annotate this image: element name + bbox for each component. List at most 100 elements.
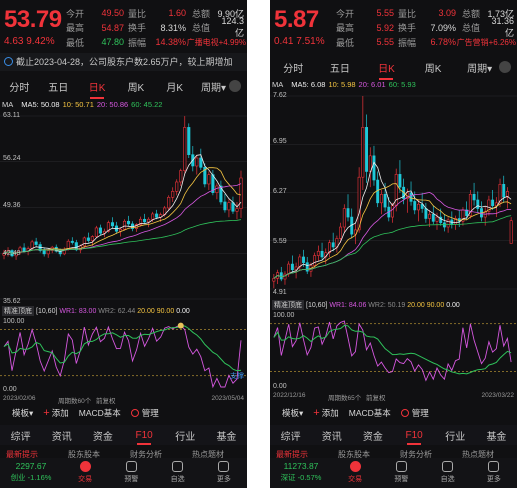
nav-watchlist[interactable]: 自选 [155,458,201,488]
tab-monthly-k[interactable]: 月K [155,79,194,94]
tab-overview[interactable]: 综评 [0,428,41,443]
template-dropdown[interactable]: 模板▾ [12,407,33,419]
shareholder-notice[interactable]: 截止2023-04-28，公司股东户数2.65万户，较上期增加 [0,53,247,71]
watchlist-icon [442,461,454,472]
candle [413,201,417,211]
candle [34,241,38,245]
tab-period-dropdown[interactable]: 周期▾ [194,79,233,94]
date-axis: 2022/12/16 周期数65个 前复权 2023/03/22 [273,392,514,402]
tab-industry[interactable]: 行业 [435,428,476,443]
y-tick: 35.62 [3,298,21,305]
candle [122,220,127,230]
tab-minute[interactable]: 分时 [270,60,317,75]
tab-period-dropdown[interactable]: 周期▾ [456,60,503,75]
add-indicator-button[interactable]: + 添加 [43,407,68,419]
tab-funds[interactable]: 资金 [352,428,393,443]
candle [365,127,368,172]
tab-five-day[interactable]: 五日 [39,79,78,94]
ma-legend: MA MA5: 50.08 10: 50.71 20: 50.86 60: 45.22 [2,100,163,109]
indicator-chart[interactable] [270,311,517,391]
tab-overview[interactable]: 综评 [270,428,311,443]
tab-news[interactable]: 资讯 [311,428,352,443]
price-change: 4.63 9.42% [4,36,55,47]
candle [179,170,183,183]
candle [98,227,102,234]
indicator-bottom-tick: 0.00 [273,383,287,390]
candle [86,237,90,241]
quote-grid: 今开 5.55 量比 3.09 总额 1.73亿 最高 5.92 换手 7.09% 总值 3… [336,6,516,50]
candle [509,220,513,244]
quote-row: 最低 47.80 振幅 14.38% 广播电视+4.99% [66,37,246,48]
tab-five-day[interactable]: 五日 [317,60,364,75]
y-tick: 7.62 [273,92,287,99]
nav-alert[interactable]: 预警 [378,458,424,488]
bottom-nav: 11273.87 深证 -0.57% 交易 预警 自选 更多 [270,458,517,488]
macd-basic-button[interactable]: MACD基本 [349,407,391,419]
indicator-top-tick: 100.00 [273,312,295,319]
candlestick-chart[interactable] [0,110,247,305]
manage-button[interactable]: 管理 [130,407,159,419]
grid-icon [218,461,230,472]
candle [143,218,147,223]
candle [502,184,506,198]
nav-more[interactable]: 更多 [471,458,517,488]
template-dropdown[interactable]: 模板▾ [282,407,303,419]
candle [82,237,86,247]
index-ticker[interactable]: 2297.67 创业 -1.16% [0,458,62,488]
candle [42,250,46,255]
nav-more[interactable]: 更多 [201,458,247,488]
indicator-bottom-tick: 0.00 [3,386,17,393]
tab-daily-k[interactable]: 日K [363,60,410,80]
indicator-toolbar: 模板▾ + 添加 MACD基本 管理 [270,404,517,421]
indicator-legend[interactable]: 精准顶底 [10,60] WR1: 84.06 WR2: 50.19 20.00 … [272,300,517,311]
tab-weekly-k[interactable]: 周K [116,79,155,94]
plus-icon: + [313,406,320,419]
sector-change[interactable]: 广播电视+4.99% [186,37,246,48]
candle [235,208,239,212]
tab-f10[interactable]: F10 [394,430,435,445]
tab-industry[interactable]: 行业 [165,428,206,443]
last-price: 5.87 [274,6,319,33]
tab-minute[interactable]: 分时 [0,79,39,94]
candle [215,185,219,193]
indicator-legend[interactable]: 精准顶底 [10,60] WR1: 83.00 WR2: 62.44 20.00 … [2,306,247,317]
candle [183,127,187,171]
more-icon[interactable] [499,61,511,73]
macd-basic-button[interactable]: MACD基本 [79,407,121,419]
tab-weekly-k[interactable]: 周K [410,60,457,75]
candle [126,220,131,225]
index-ticker[interactable]: 11273.87 深证 -0.57% [270,458,332,488]
candle [46,250,50,255]
nav-trade[interactable]: 交易 [332,458,378,488]
candle [239,177,243,209]
tab-daily-k[interactable]: 日K [78,79,117,99]
nav-watchlist[interactable]: 自选 [425,458,471,488]
y-tick: 4.91 [273,289,287,296]
indicator-chart[interactable] [0,317,247,395]
candle [290,263,294,271]
nav-trade[interactable]: 交易 [62,458,108,488]
trade-icon [349,461,361,472]
candle [331,242,335,248]
manage-button[interactable]: 管理 [400,407,429,419]
tab-funds[interactable]: 资金 [82,428,123,443]
tab-f10[interactable]: F10 [124,430,165,445]
candle [342,208,346,228]
tab-fund[interactable]: 基金 [206,428,247,443]
candle [231,202,235,212]
sector-change[interactable]: 广告营销+6.26% [456,37,516,48]
candle [409,192,413,202]
tab-fund[interactable]: 基金 [476,428,517,443]
quote-grid: 今开 49.50 量比 1.60 总额 9.90亿 最高 54.87 换手 8.31% 总… [66,6,246,50]
more-icon[interactable] [229,80,241,92]
nav-alert[interactable]: 预警 [108,458,154,488]
candle [272,278,276,282]
candle [435,216,439,222]
ma-legend: MA MA5: 6.08 10: 5.98 20: 6.01 60: 5.93 [272,80,416,89]
candlestick-chart[interactable] [270,90,517,295]
tab-news[interactable]: 资讯 [41,428,82,443]
add-indicator-button[interactable]: + 添加 [313,407,338,419]
trade-icon [79,461,91,472]
y-tick: 42.49 [3,250,21,257]
candle [339,226,343,239]
